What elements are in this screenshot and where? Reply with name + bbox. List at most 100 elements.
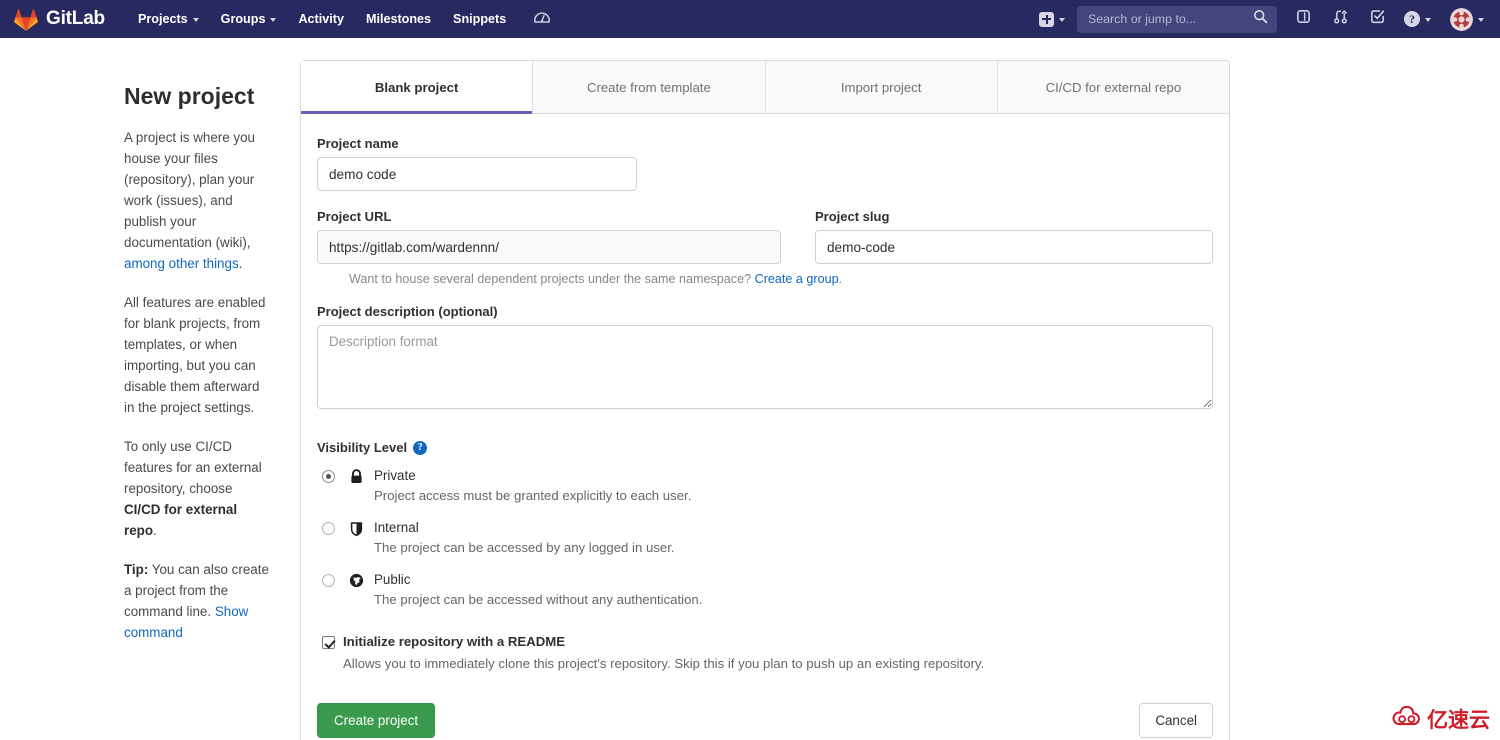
globe-icon (348, 572, 365, 589)
help-dropdown[interactable]: ? (1397, 5, 1438, 33)
chevron-down-icon (1425, 17, 1431, 22)
user-menu[interactable] (1440, 4, 1490, 35)
visibility-level-label: Visibility Level (317, 440, 408, 455)
chevron-down-icon (192, 17, 199, 22)
new-project-form: Project name Project URL Project slug (301, 114, 1229, 740)
visibility-internal-name: Internal (374, 520, 419, 535)
visibility-public-name: Public (374, 572, 411, 587)
merge-requests-button[interactable] (1323, 1, 1358, 37)
chevron-down-icon (1478, 17, 1484, 22)
visibility-level-group: Visibility Level ? Private Project acces… (317, 440, 1213, 609)
readme-checkbox[interactable] (322, 636, 335, 649)
new-item-dropdown[interactable] (1032, 6, 1072, 33)
cancel-button[interactable]: Cancel (1139, 703, 1213, 738)
create-project-button[interactable]: Create project (317, 703, 436, 738)
visibility-private-desc: Project access must be granted explicitl… (374, 488, 692, 503)
gitlab-brand[interactable]: GitLab (14, 8, 105, 31)
features-paragraph: All features are enabled for blank proje… (124, 294, 266, 415)
cicd-text-b: . (153, 522, 157, 538)
nav-item-snippets[interactable]: Snippets (442, 2, 517, 36)
top-navbar: GitLab Projects Groups Activity Mileston… (0, 0, 1500, 38)
nav-item-activity[interactable]: Activity (287, 2, 355, 36)
visibility-public-desc: The project can be accessed without any … (374, 592, 703, 607)
radio-private[interactable] (322, 470, 335, 483)
page-content: New project A project is where you house… (0, 38, 1500, 740)
project-url-slug-group: Project URL Project slug Want to house s… (317, 209, 1213, 286)
plus-square-icon (1039, 11, 1054, 27)
lock-icon (348, 468, 365, 485)
avatar (1450, 7, 1473, 31)
chevron-down-icon (1059, 17, 1065, 22)
form-actions: Create project Cancel (317, 703, 1213, 740)
tab-cicd-external-repo[interactable]: CI/CD for external repo (998, 61, 1229, 113)
visibility-internal-text: Internal The project can be accessed by … (374, 519, 675, 557)
visibility-option-private[interactable]: Private Project access must be granted e… (317, 467, 1213, 505)
visibility-option-public[interactable]: Public The project can be accessed witho… (317, 571, 1213, 609)
shield-icon (348, 520, 365, 537)
intro-text-b: . (238, 255, 243, 271)
nav-links: Projects Groups Activity Milestones Snip… (127, 2, 517, 36)
cicd-text-a: To only use CI/CD features for an extern… (124, 438, 262, 496)
nav-item-milestones[interactable]: Milestones (355, 2, 442, 36)
tip-label: Tip: (124, 561, 149, 577)
merge-request-icon (1332, 8, 1349, 30)
tab-create-from-template[interactable]: Create from template (533, 61, 766, 113)
project-slug-label: Project slug (815, 209, 890, 224)
radio-public[interactable] (322, 574, 335, 587)
tab-import-project-label: Import project (840, 80, 922, 95)
chevron-down-icon (270, 17, 277, 22)
nav-item-snippets-label: Snippets (453, 12, 507, 26)
tip-paragraph: Tip: You can also create a project from … (124, 559, 270, 643)
search-input[interactable] (1086, 11, 1253, 27)
question-mark-icon: ? (1404, 11, 1420, 27)
intro-paragraph: A project is where you house your files … (124, 127, 270, 274)
issues-button[interactable] (1286, 1, 1321, 37)
namespace-helper: Want to house several dependent projects… (349, 272, 1213, 286)
tab-blank-project[interactable]: Blank project (301, 61, 534, 114)
cicd-paragraph: To only use CI/CD features for an extern… (124, 436, 270, 541)
namespace-helper-text: Want to house several dependent projects… (349, 272, 755, 286)
create-a-group-link[interactable]: Create a group (755, 272, 839, 286)
visibility-option-internal[interactable]: Internal The project can be accessed by … (317, 519, 1213, 557)
visibility-public-text: Public The project can be accessed witho… (374, 571, 702, 609)
navbar-right-group: ? (1032, 1, 1490, 37)
visibility-internal-desc: The project can be accessed by any logge… (374, 540, 675, 555)
readme-description: Allows you to immediately clone this pro… (343, 656, 985, 671)
todos-button[interactable] (1360, 1, 1395, 37)
nav-item-groups[interactable]: Groups (210, 2, 288, 36)
namespace-helper-tail: . (838, 272, 843, 286)
form-panel-wrapper: Blank project Create from template Impor… (300, 60, 1500, 740)
search-icon (1253, 9, 1268, 29)
project-description-textarea[interactable] (317, 325, 1213, 409)
project-description-group: Project description (optional) (317, 304, 1213, 414)
url-slug-row: Project URL Project slug (317, 209, 1213, 264)
project-name-input[interactable] (317, 157, 637, 191)
project-url-col: Project URL (317, 209, 781, 264)
question-help-icon[interactable]: ? (413, 440, 428, 455)
speedometer-icon (533, 8, 551, 31)
project-slug-col: Project slug (781, 209, 1213, 264)
global-search[interactable] (1077, 5, 1277, 33)
nav-item-dashboard[interactable] (525, 2, 559, 37)
project-url-input[interactable] (317, 230, 781, 264)
nav-item-groups-label: Groups (220, 12, 266, 26)
gitlab-tanuki-logo-icon (14, 8, 38, 31)
initialize-readme-group[interactable]: Initialize repository with a README Allo… (317, 633, 1213, 673)
project-type-tabs: Blank project Create from template Impor… (301, 61, 1229, 114)
project-name-group: Project name (317, 136, 1213, 191)
project-description-label: Project description (optional) (317, 304, 498, 319)
tab-import-project[interactable]: Import project (766, 61, 998, 113)
readme-text-block: Initialize repository with a README Allo… (343, 633, 984, 673)
radio-internal[interactable] (322, 522, 335, 535)
visibility-private-text: Private Project access must be granted e… (374, 467, 691, 505)
project-name-label: Project name (317, 136, 399, 151)
new-project-panel: Blank project Create from template Impor… (300, 60, 1230, 740)
tab-cicd-external-repo-label: CI/CD for external repo (1045, 80, 1182, 95)
among-other-things-link[interactable]: among other things (124, 256, 239, 271)
nav-item-milestones-label: Milestones (365, 12, 432, 26)
brand-label: GitLab (46, 8, 105, 29)
todos-check-icon (1369, 8, 1386, 30)
new-project-sidebar: New project A project is where you house… (0, 60, 300, 740)
nav-item-projects[interactable]: Projects (127, 2, 210, 36)
project-slug-input[interactable] (815, 230, 1213, 264)
